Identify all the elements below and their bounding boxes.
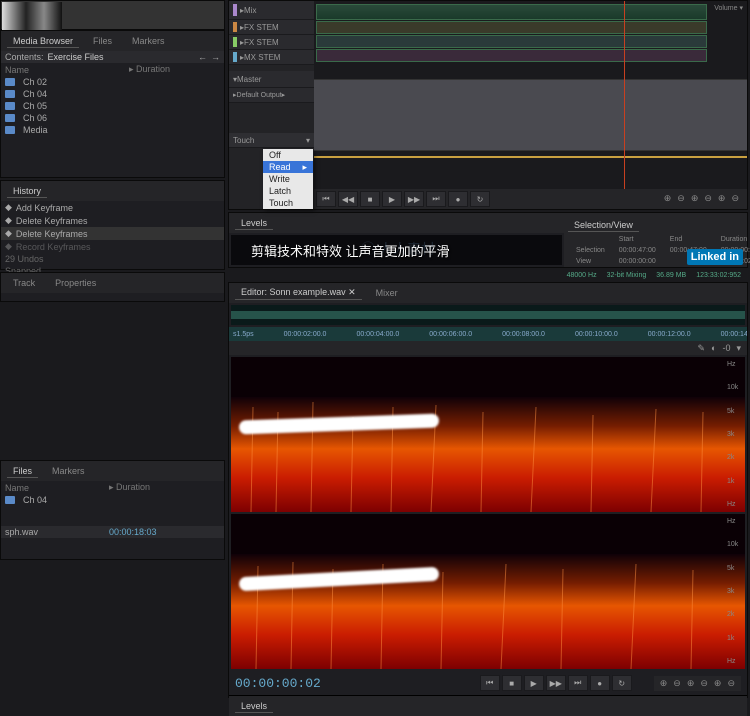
tool-icon[interactable]: ◐ <box>711 343 716 353</box>
markers-tab-bottom[interactable]: Markers <box>46 465 91 477</box>
name-column-header[interactable]: Name <box>5 65 125 75</box>
transport-ff[interactable]: ▶▶ <box>546 675 566 691</box>
folder-item[interactable]: Ch 04 <box>1 88 224 100</box>
default-output[interactable]: Default Output <box>237 92 282 99</box>
linkedin-badge: Linked in <box>687 249 743 265</box>
history-tab[interactable]: History <box>7 185 47 198</box>
levels-tab[interactable]: Levels <box>235 217 273 230</box>
duration-column-header[interactable]: ▸ Duration <box>129 64 170 75</box>
transport-record[interactable]: ● <box>590 675 610 691</box>
automation-menu: Off Read ▸ Write Latch Touch <box>263 149 313 209</box>
mixer-tab[interactable]: Mixer <box>370 287 404 299</box>
automation-option-touch[interactable]: Touch <box>263 197 313 209</box>
transport-ff[interactable]: ▶▶ <box>404 191 424 207</box>
transport-rev[interactable]: ◀◀ <box>338 191 358 207</box>
chevron-down-icon: ▾ <box>306 136 310 145</box>
transport-end[interactable]: ⏭ <box>568 675 588 691</box>
zoom-in-icon[interactable]: ⊕ <box>660 678 668 689</box>
volume-label: Volume ▾ <box>714 4 743 12</box>
zoom-controls[interactable]: ⊕⊖⊕⊖⊕⊖ <box>658 191 745 207</box>
editor-panel: Editor: Sonn example.wav ✕ Mixer s1.5ps0… <box>228 282 748 698</box>
selection-view-tab[interactable]: Selection/View <box>568 219 639 232</box>
transport-play[interactable]: ▶ <box>382 191 402 207</box>
name-header[interactable]: Name <box>5 483 105 493</box>
overview-waveform[interactable] <box>231 305 745 325</box>
media-browser-panel: Media Browser Files Markers Contents: Ex… <box>0 30 225 178</box>
master-track[interactable]: Master <box>237 75 261 84</box>
markers-tab[interactable]: Markers <box>126 35 171 47</box>
transport-play[interactable]: ▶ <box>524 675 544 691</box>
editor-tab[interactable]: Editor: Sonn example.wav ✕ <box>235 286 362 300</box>
transport-record[interactable]: ● <box>448 191 468 207</box>
automation-option-latch[interactable]: Latch <box>263 185 313 197</box>
automation-mode-dropdown[interactable]: Touch▾ <box>229 133 314 148</box>
history-item[interactable]: ◆ Add Keyframe <box>1 201 224 214</box>
files-tab-bottom[interactable]: Files <box>7 465 38 478</box>
history-panel: History ◆ Add Keyframe ◆ Delete Keyframe… <box>0 180 225 270</box>
history-item[interactable]: ◆ Delete Keyframes <box>1 214 224 227</box>
transport-loop[interactable]: ↻ <box>470 191 490 207</box>
folder-item[interactable]: Ch 02 <box>1 76 224 88</box>
status-samplerate: 48000 Hz <box>567 272 597 279</box>
history-item[interactable]: ◆ Delete Keyframes <box>1 227 224 240</box>
levels-tab-bottom[interactable]: Levels <box>235 700 273 713</box>
sel-start[interactable]: 00:00:47:00 <box>613 246 662 255</box>
folder-item[interactable]: Ch 06 <box>1 112 224 124</box>
contents-label: Contents: <box>5 52 44 62</box>
transport-loop[interactable]: ↻ <box>612 675 632 691</box>
spectrogram-right[interactable]: Hz10k5k3k2k1kHz <box>231 514 745 669</box>
transport-controls: ⏮ ◀◀ ■ ▶ ▶▶ ⏭ ● ↻ ⊕⊖⊕⊖⊕⊖ <box>314 189 747 209</box>
nav-fwd-icon[interactable]: → <box>211 52 220 62</box>
automation-option-off[interactable]: Off <box>263 149 313 161</box>
time-ruler[interactable]: s1.5ps00:00:02:00.000:00:04:00.000:00:06… <box>229 327 747 341</box>
folder-list: Ch 02 Ch 04 Ch 05 Ch 06 Media <box>1 76 224 136</box>
transport-rewind[interactable]: ⏮ <box>480 675 500 691</box>
audio-clip[interactable] <box>316 4 707 20</box>
path-value: Exercise Files <box>48 52 104 62</box>
audio-file-item[interactable]: sph.wav 00:00:18:03 <box>1 526 224 538</box>
multitrack-panel: ▸ Mix ▸ FX STEM ▸ FX STEM ▸ MX STEM ▾ Ma… <box>228 0 748 210</box>
zoom-out-icon[interactable]: ⊖ <box>673 678 681 689</box>
media-browser-tab[interactable]: Media Browser <box>7 35 79 48</box>
transport-stop[interactable]: ■ <box>360 191 380 207</box>
clip-duration: 00:00:18:03 <box>109 527 157 537</box>
folder-item[interactable]: Ch 05 <box>1 100 224 112</box>
history-item[interactable]: ◆ Record Keyframes <box>1 240 224 253</box>
transport-rewind[interactable]: ⏮ <box>316 191 336 207</box>
automation-option-write[interactable]: Write <box>263 173 313 185</box>
nav-back-icon[interactable]: ← <box>198 52 207 62</box>
files-folder-item[interactable]: Ch 04 <box>1 494 224 506</box>
duration-header[interactable]: ▸ Duration <box>109 482 150 493</box>
automation-option-read[interactable]: Read ▸ <box>263 161 313 173</box>
transport-stop[interactable]: ■ <box>502 675 522 691</box>
tool-icon[interactable]: ✎ <box>697 343 705 354</box>
files-panel: Files Markers Name ▸ Duration Ch 04 sph.… <box>0 460 225 560</box>
timecode[interactable]: 00:00:00:02 <box>235 676 321 691</box>
undo-count: 29 Undos <box>5 254 44 264</box>
transport-end[interactable]: ⏭ <box>426 191 446 207</box>
folder-item[interactable]: Media <box>1 124 224 136</box>
spectrogram-left[interactable]: Hz10k5k3k2k1kHz <box>231 357 745 512</box>
files-tab[interactable]: Files <box>87 35 118 47</box>
subtitle-text: 剪辑技术和特效 让声音更加的平滑 <box>251 241 450 260</box>
